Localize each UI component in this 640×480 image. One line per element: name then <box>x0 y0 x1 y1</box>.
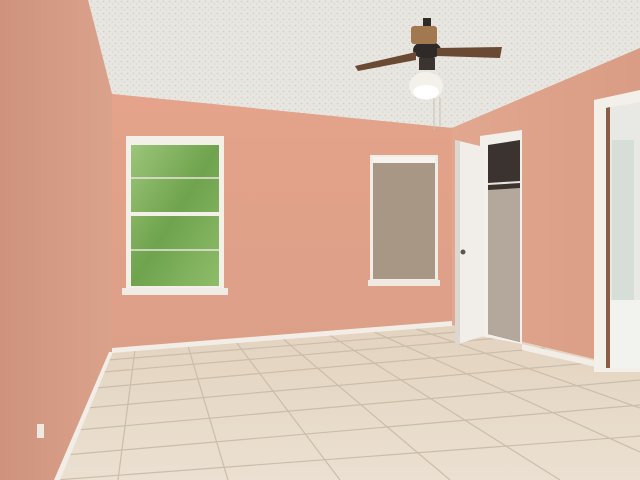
bathroom-doorway <box>594 90 640 372</box>
wall-outlet <box>37 424 44 438</box>
left-window <box>122 136 228 295</box>
room-illustration <box>0 0 640 480</box>
open-door <box>455 140 484 345</box>
closet <box>480 130 522 344</box>
shaded-window <box>368 155 440 286</box>
room-photo <box>0 0 640 480</box>
